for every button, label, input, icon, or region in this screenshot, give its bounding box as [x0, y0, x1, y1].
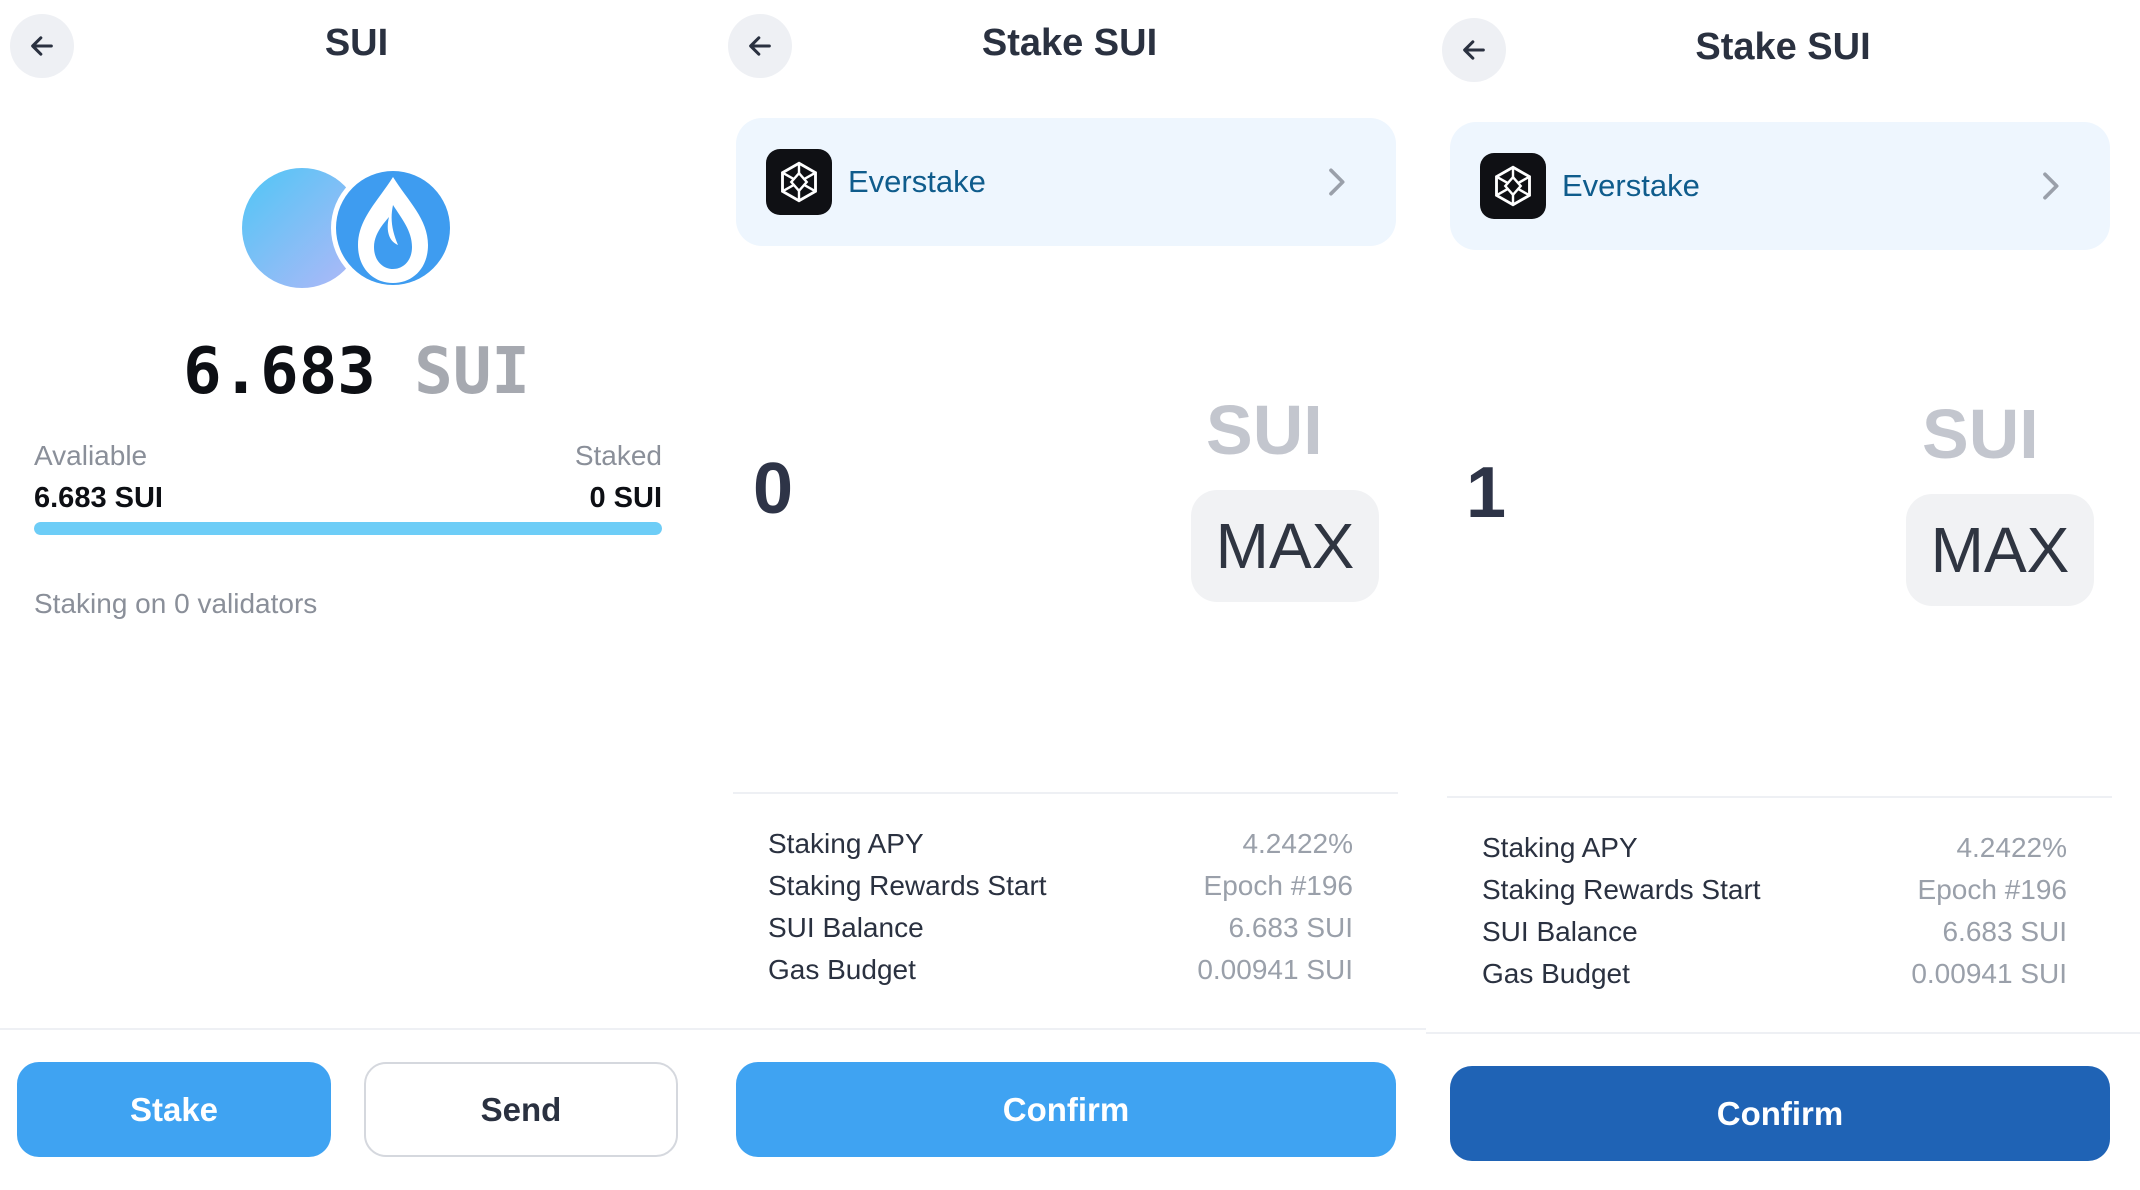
divider	[733, 792, 1398, 794]
divider	[1447, 796, 2112, 798]
staking-on-validators: Staking on 0 validators	[34, 588, 318, 619]
everstake-logo-icon	[766, 149, 832, 215]
info-label: Staking Rewards Start	[1482, 874, 1761, 905]
info-label: SUI Balance	[768, 912, 924, 943]
max-button[interactable]: MAX	[1906, 494, 2094, 606]
divider	[713, 1028, 1426, 1030]
info-row-rewards-start: Staking Rewards Start Epoch #196	[1482, 874, 2067, 906]
info-row-gas: Gas Budget 0.00941 SUI	[768, 954, 1353, 986]
info-row-apy: Staking APY 4.2422%	[1482, 832, 2067, 864]
available-value: 6.683 SUI	[34, 482, 163, 514]
staked-value: 0 SUI	[589, 482, 662, 514]
divider	[0, 1028, 713, 1030]
available-bar-fill	[34, 522, 662, 535]
info-label: Staking Rewards Start	[768, 870, 1047, 901]
available-label: Avaliable	[34, 440, 148, 471]
page-title: Stake SUI	[981, 22, 1158, 64]
info-value: Epoch #196	[1917, 874, 2067, 905]
info-row-gas: Gas Budget 0.00941 SUI	[1482, 958, 2067, 990]
info-row-rewards-start: Staking Rewards Start Epoch #196	[768, 870, 1353, 902]
confirm-button[interactable]: Confirm	[1450, 1066, 2110, 1161]
sui-token-logo	[240, 165, 460, 295]
max-button[interactable]: MAX	[1191, 490, 1379, 602]
stake-screen-empty: Stake SUI Everstake 0 SUI MAX Staking AP…	[713, 0, 1426, 1190]
total-balance: 6.683 SUI	[0, 335, 713, 409]
balance-unit: SUI	[414, 335, 530, 409]
amount-unit: SUI	[1206, 391, 1323, 469]
staked-label: Staked	[574, 440, 662, 471]
confirm-button[interactable]: Confirm	[736, 1062, 1396, 1157]
info-row-apy: Staking APY 4.2422%	[768, 828, 1353, 860]
stake-amount-input[interactable]: 1	[1466, 452, 1506, 534]
chevron-right-icon	[1329, 168, 1345, 196]
info-row-balance: SUI Balance 6.683 SUI	[1482, 916, 2067, 948]
stake-amount-input[interactable]: 0	[753, 448, 793, 530]
info-value: 4.2422%	[1956, 832, 2067, 863]
everstake-logo-icon	[1480, 153, 1546, 219]
balance-number: 6.683	[183, 335, 376, 409]
send-button[interactable]: Send	[364, 1062, 678, 1157]
page-title: SUI	[324, 22, 389, 64]
info-value: 6.683 SUI	[1942, 916, 2067, 947]
chevron-right-icon	[2043, 172, 2059, 200]
validator-selector[interactable]: Everstake	[736, 118, 1396, 246]
info-label: Staking APY	[1482, 832, 1638, 863]
info-value: 0.00941 SUI	[1911, 958, 2067, 989]
info-row-balance: SUI Balance 6.683 SUI	[768, 912, 1353, 944]
validator-name: Everstake	[848, 164, 986, 199]
info-value: 6.683 SUI	[1228, 912, 1353, 943]
page-title: Stake SUI	[1695, 26, 1871, 68]
validator-selector[interactable]: Everstake	[1450, 122, 2110, 250]
info-value: 4.2422%	[1242, 828, 1353, 859]
info-label: Gas Budget	[768, 954, 916, 985]
amount-unit: SUI	[1922, 395, 2039, 473]
stake-screen-filled: Stake SUI Everstake 1 SUI MAX Staking AP…	[1426, 0, 2140, 1190]
info-label: Gas Budget	[1482, 958, 1630, 989]
stake-button[interactable]: Stake	[17, 1062, 331, 1157]
info-value: Epoch #196	[1203, 870, 1353, 901]
available-staked-bar	[34, 522, 662, 535]
divider	[1426, 1032, 2140, 1034]
validator-name: Everstake	[1562, 168, 1700, 203]
info-label: Staking APY	[768, 828, 924, 859]
sui-overview-screen: SUI 6.683 SUI Avaliable Staked 6.683 SUI…	[0, 0, 713, 1190]
info-value: 0.00941 SUI	[1197, 954, 1353, 985]
info-label: SUI Balance	[1482, 916, 1638, 947]
